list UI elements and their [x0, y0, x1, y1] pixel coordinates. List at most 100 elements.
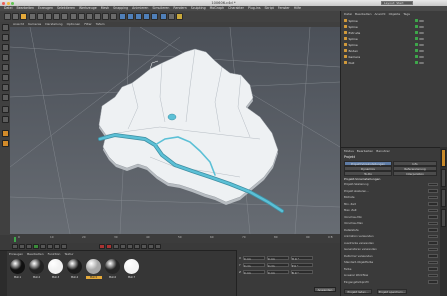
object-enabled-icon[interactable] — [414, 37, 418, 41]
attribute-field[interactable] — [428, 208, 438, 212]
deformer-icon[interactable] — [151, 13, 159, 20]
close-window-icon[interactable] — [2, 1, 5, 5]
object-enabled-icon[interactable] — [414, 25, 418, 29]
object-row[interactable]: Extrude — [344, 30, 444, 36]
quantize-icon[interactable] — [1, 130, 9, 137]
object-row[interactable]: Spline — [344, 18, 444, 24]
model-mode-icon[interactable] — [1, 34, 9, 41]
x-axis-icon[interactable] — [61, 13, 69, 20]
attribute-field[interactable] — [428, 202, 438, 206]
go-to-end-icon[interactable] — [54, 244, 60, 249]
attribute-field[interactable] — [428, 273, 438, 277]
pen-spline-icon[interactable] — [126, 13, 134, 20]
object-visibility-icon[interactable] — [419, 31, 424, 34]
coordinate-rot-field[interactable]: P 0 ° — [290, 263, 313, 268]
object-menu-tags[interactable]: Tags — [403, 12, 410, 16]
axis-mode-icon[interactable] — [1, 94, 9, 101]
y-axis-icon[interactable] — [69, 13, 77, 20]
object-visibility-icon[interactable] — [419, 49, 424, 52]
attribute-tab[interactable]: Interpolation — [393, 171, 437, 176]
rotation-key-icon[interactable] — [134, 244, 140, 249]
subdivision-icon[interactable] — [135, 13, 142, 20]
go-to-start-icon[interactable] — [12, 244, 18, 249]
next-frame-icon[interactable] — [40, 244, 46, 249]
attribute-field[interactable] — [428, 221, 438, 225]
render-picture-viewer-icon[interactable] — [102, 13, 110, 20]
minimize-window-icon[interactable] — [6, 1, 10, 5]
object-row[interactable]: Spline — [344, 42, 444, 48]
attribute-menu-bearbeiten[interactable]: Bearbeiten — [357, 149, 373, 153]
attribute-field[interactable] — [428, 228, 438, 232]
attribute-field[interactable] — [428, 267, 438, 271]
side-tab-objects[interactable] — [441, 149, 446, 167]
snap-icon[interactable] — [1, 116, 9, 123]
scale-key-icon[interactable] — [127, 244, 133, 249]
environment-icon[interactable] — [159, 13, 167, 20]
cube-icon[interactable] — [118, 13, 126, 20]
object-visibility-icon[interactable] — [419, 19, 424, 22]
coordinate-pos-field[interactable]: 0 cm — [242, 263, 265, 268]
material-label[interactable]: Mat.7 — [124, 276, 140, 279]
material-swatch[interactable] — [29, 259, 44, 274]
render-view-icon[interactable] — [94, 13, 102, 20]
coordinate-rot-field[interactable]: H 0 ° — [290, 256, 313, 261]
object-row[interactable]: Kamera — [344, 54, 444, 60]
recent-tool-icon[interactable] — [53, 13, 61, 20]
material-label[interactable]: Mat.6 — [105, 276, 121, 279]
coordinate-pos-field[interactable]: 0 cm — [242, 270, 265, 275]
point-level-key-icon[interactable] — [148, 244, 154, 249]
tweak-icon[interactable] — [1, 106, 9, 113]
material-swatch[interactable] — [86, 259, 101, 274]
attribute-tab[interactable]: Info — [393, 161, 437, 166]
z-axis-icon[interactable] — [77, 13, 85, 20]
redo-icon[interactable] — [12, 13, 20, 20]
material-swatch[interactable] — [48, 259, 63, 274]
material-menu-funktion[interactable]: Funktion — [48, 252, 61, 256]
make-editable-icon[interactable] — [1, 24, 9, 31]
material-manager-side-tab[interactable] — [0, 251, 7, 296]
keyframe-selection-icon[interactable] — [113, 244, 119, 249]
attribute-field[interactable] — [428, 215, 438, 219]
timeline-window-icon[interactable] — [155, 244, 161, 249]
autokey-icon[interactable] — [106, 244, 112, 249]
previous-key-icon[interactable] — [19, 244, 25, 249]
side-tab-structure[interactable] — [441, 189, 446, 207]
object-enabled-icon[interactable] — [414, 19, 418, 23]
attribute-field[interactable] — [428, 280, 438, 284]
rotate-icon[interactable] — [44, 13, 52, 20]
material-label[interactable]: Mat.1 — [10, 276, 26, 279]
material-menu-erzeugen[interactable]: Erzeugen — [9, 252, 23, 256]
layout-selector[interactable]: Layout: Start — [381, 0, 413, 5]
object-visibility-icon[interactable] — [419, 37, 424, 40]
attribute-field[interactable] — [428, 234, 438, 238]
live-selection-icon[interactable] — [20, 13, 28, 20]
object-row[interactable]: Spline — [344, 36, 444, 42]
object-enabled-icon[interactable] — [414, 61, 418, 65]
attribute-tab[interactable]: Referenzierung — [393, 166, 437, 171]
play-icon[interactable] — [33, 244, 39, 249]
material-swatch[interactable] — [105, 259, 120, 274]
material-label[interactable]: Mat.4 — [67, 276, 83, 279]
side-tab-layers[interactable] — [441, 209, 446, 227]
object-row[interactable]: Null — [344, 60, 444, 66]
previous-frame-icon[interactable] — [26, 244, 32, 249]
attribute-field[interactable] — [428, 241, 438, 245]
next-key-icon[interactable] — [47, 244, 53, 249]
zoom-window-icon[interactable] — [11, 1, 14, 5]
attribute-menu-benutzer[interactable]: Benutzer — [376, 149, 390, 153]
side-tab-content-browser[interactable] — [441, 169, 446, 187]
loop-icon[interactable] — [61, 244, 67, 249]
object-menu-objekte[interactable]: Objekte — [389, 12, 401, 16]
object-visibility-icon[interactable] — [419, 61, 424, 64]
attribute-field[interactable] — [428, 247, 438, 251]
object-visibility-icon[interactable] — [419, 55, 424, 58]
3d-viewport[interactable] — [10, 27, 340, 234]
points-mode-icon[interactable] — [1, 64, 9, 71]
coordinate-system-icon[interactable] — [85, 13, 93, 20]
attribute-tab[interactable]: Dynamics — [344, 166, 392, 171]
polygons-mode-icon[interactable] — [1, 84, 9, 91]
save-project-button[interactable]: Projekt speichern... — [377, 289, 407, 294]
attribute-tab[interactable]: Projekt-Voreinstellungen — [344, 161, 392, 166]
edges-mode-icon[interactable] — [1, 74, 9, 81]
texture-mode-icon[interactable] — [1, 44, 9, 51]
